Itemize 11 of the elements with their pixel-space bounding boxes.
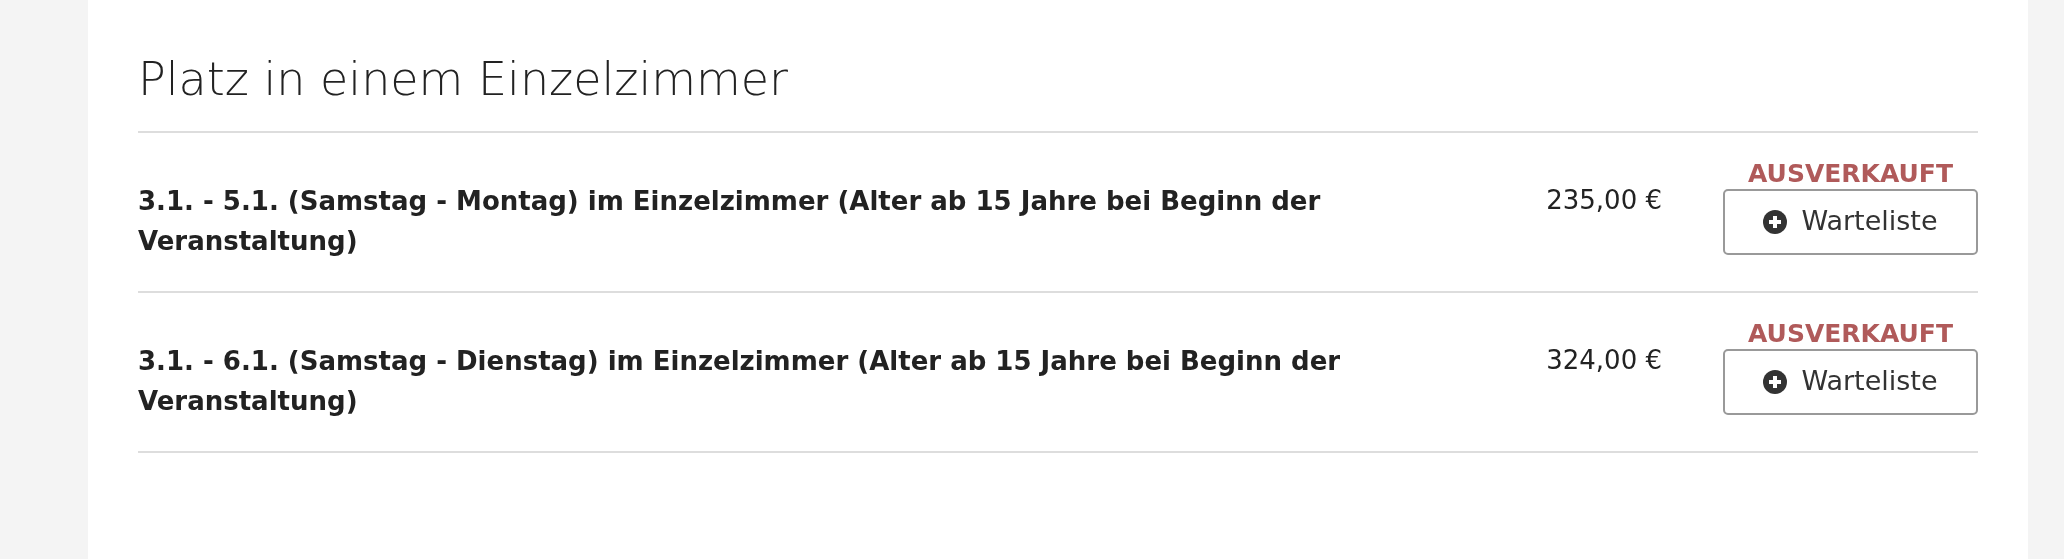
offer-price: 235,00 € [1545,183,1662,217]
plus-icon [1763,369,1788,394]
section-title: Platz in einem Einzelzimmer [138,54,790,105]
waitlist-button[interactable]: Warteliste [1723,348,1978,415]
waitlist-button[interactable]: Warteliste [1723,188,1978,255]
plus-icon [1763,209,1788,234]
offer-description: 3.1. - 6.1. (Samstag - Dienstag) im Einzelzimmer (Alter ab 15 Jahre bei Beginn der Veranstaltung) [138,344,1342,418]
sold-out-label: AUSVERKAUFT [1747,158,1954,189]
offer-price: 324,00 € [1545,343,1662,377]
sold-out-label: AUSVERKAUFT [1747,318,1954,349]
offer-description: 3.1. - 5.1. (Samstag - Montag) im Einzelzimmer (Alter ab 15 Jahre bei Beginn der Veranstaltung) [138,184,1322,258]
